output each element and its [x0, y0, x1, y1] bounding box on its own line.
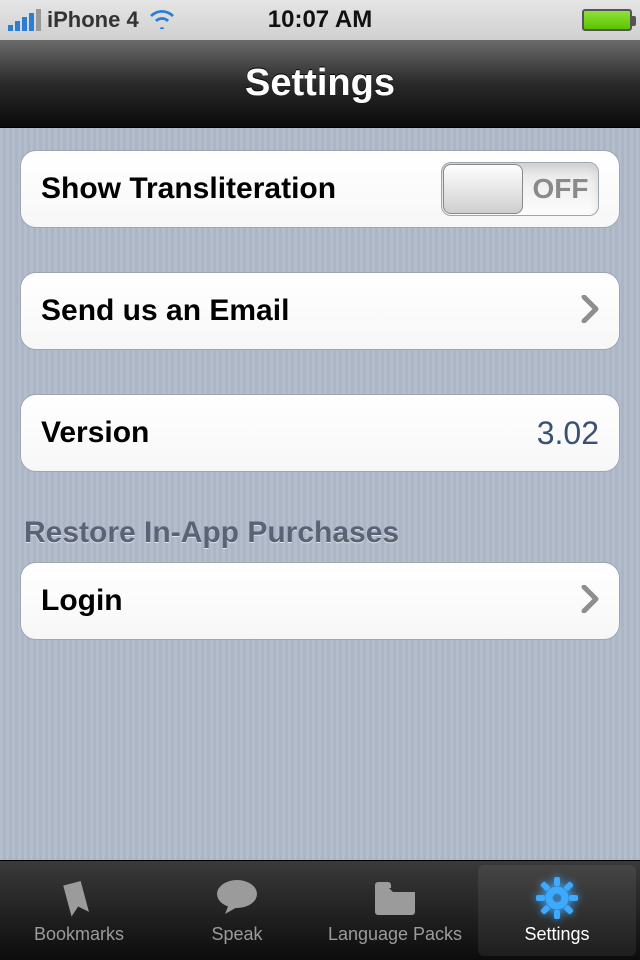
chevron-right-icon [581, 290, 599, 332]
tab-settings[interactable]: Settings [478, 865, 636, 956]
tab-label: Speak [211, 924, 262, 945]
tab-language-packs[interactable]: Language Packs [316, 861, 474, 960]
signal-icon [8, 9, 41, 31]
login-row[interactable]: Login [20, 562, 620, 640]
transliteration-row: Show Transliteration OFF [20, 150, 620, 228]
login-label: Login [41, 584, 581, 618]
clock: 10:07 AM [268, 6, 372, 34]
bookmark-icon [55, 876, 103, 920]
transliteration-toggle[interactable]: OFF [441, 162, 599, 216]
version-value: 3.02 [537, 415, 599, 452]
page-title: Settings [245, 62, 395, 105]
chevron-right-icon [581, 580, 599, 622]
folder-icon [371, 876, 419, 920]
battery-icon [582, 9, 632, 31]
tab-speak[interactable]: Speak [158, 861, 316, 960]
gear-icon [533, 876, 581, 920]
send-email-row[interactable]: Send us an Email [20, 272, 620, 350]
tab-label: Language Packs [328, 924, 462, 945]
restore-header: Restore In-App Purchases [24, 516, 616, 550]
tab-label: Settings [524, 924, 589, 945]
carrier-label: iPhone 4 [47, 7, 139, 33]
tab-bar: Bookmarks Speak Language Packs [0, 860, 640, 960]
tab-bookmarks[interactable]: Bookmarks [0, 861, 158, 960]
status-bar: iPhone 4 10:07 AM [0, 0, 640, 40]
toggle-state-label: OFF [523, 173, 598, 205]
tab-label: Bookmarks [34, 924, 124, 945]
toggle-knob [443, 164, 523, 214]
version-row: Version 3.02 [20, 394, 620, 472]
speech-bubble-icon [213, 876, 261, 920]
version-label: Version [41, 416, 537, 450]
settings-content: Show Transliteration OFF Send us an Emai… [0, 128, 640, 640]
transliteration-label: Show Transliteration [41, 172, 441, 206]
wifi-icon [149, 5, 175, 36]
navigation-bar: Settings [0, 40, 640, 128]
send-email-label: Send us an Email [41, 294, 581, 328]
